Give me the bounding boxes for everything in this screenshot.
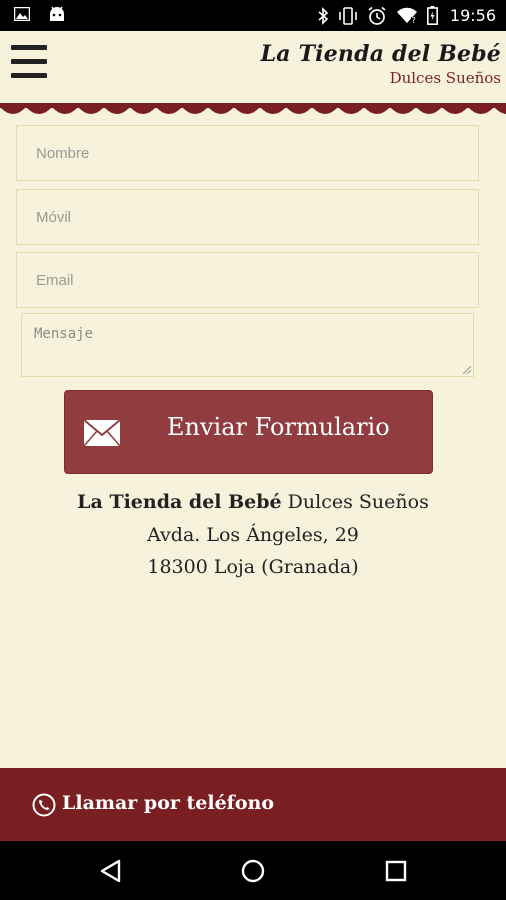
bluetooth-icon (317, 6, 329, 25)
battery-icon (426, 6, 438, 25)
brand-logo: La Tienda del Bebé Dulces Sueños (261, 41, 501, 87)
call-label: Llamar por teléfono (62, 792, 275, 814)
envelope-icon (83, 419, 121, 451)
home-icon[interactable] (237, 855, 269, 887)
status-bar: ? 19:56 (0, 0, 506, 31)
name-input[interactable] (17, 126, 478, 180)
resize-grip-icon[interactable] (463, 366, 471, 374)
app-header: La Tienda del Bebé Dulces Sueños (0, 31, 506, 105)
image-icon (14, 7, 30, 21)
mobile-field (16, 189, 479, 245)
store-name-line: La Tienda del Bebé Dulces Sueños (0, 491, 506, 513)
scalloped-border (0, 103, 506, 114)
store-name-bold: La Tienda del Bebé (77, 491, 282, 513)
alarm-icon (367, 6, 387, 26)
vibrate-icon (338, 6, 358, 25)
city-address: 18300 Loja (Granada) (147, 556, 359, 578)
wifi-icon: ? (396, 7, 418, 24)
system-navigation-bar (0, 841, 506, 900)
email-input[interactable] (17, 253, 478, 307)
brand-title: La Tienda del Bebé (260, 41, 501, 67)
hamburger-menu-icon[interactable] (11, 45, 47, 79)
clock-time: 19:56 (449, 6, 496, 25)
message-field (21, 313, 474, 377)
call-phone-button[interactable]: Llamar por teléfono (0, 768, 506, 841)
name-field (16, 125, 479, 181)
android-icon (48, 6, 66, 22)
submit-label: Enviar Formulario (167, 413, 390, 441)
email-field (16, 252, 479, 308)
svg-text:?: ? (411, 16, 415, 24)
submit-form-button[interactable]: Enviar Formulario (64, 390, 433, 474)
brand-subtitle: Dulces Sueños (389, 69, 501, 87)
phone-icon (32, 793, 56, 821)
mobile-input[interactable] (17, 190, 478, 244)
recents-icon[interactable] (380, 855, 412, 887)
store-name-rest: Dulces Sueños (281, 491, 429, 513)
street-address: Avda. Los Ángeles, 29 (147, 524, 359, 546)
message-textarea[interactable] (22, 314, 473, 376)
back-icon[interactable] (96, 855, 128, 887)
